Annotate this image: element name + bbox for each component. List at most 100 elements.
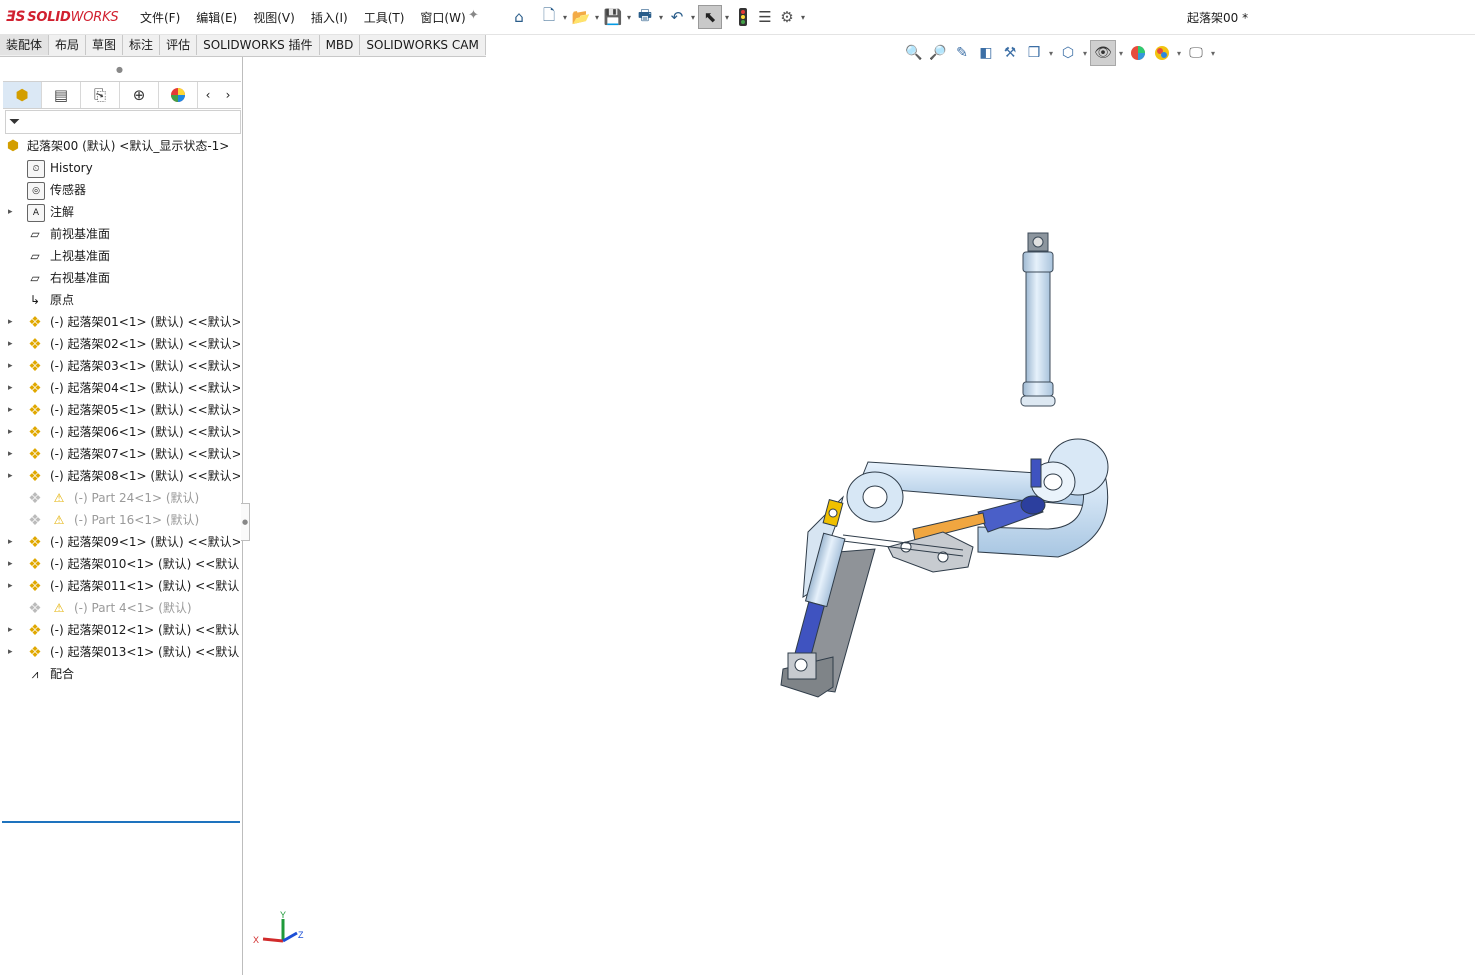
undo-dropdown-icon[interactable]: ▾ bbox=[688, 13, 698, 22]
warning-icon: ⚠ bbox=[53, 513, 65, 527]
document-title: 起落架00 * bbox=[1187, 11, 1249, 25]
tree-rollback-bar[interactable] bbox=[2, 821, 240, 823]
lower-leg-assembly[interactable] bbox=[780, 495, 876, 698]
main-menu: 文件(F) 编辑(E) 视图(V) 插入(I) 工具(T) 窗口(W) bbox=[140, 9, 482, 26]
tree-item[interactable]: ▸ ❖ (-) 起落架010<1> (默认) <<默认> bbox=[0, 553, 240, 575]
tree-item[interactable]: ▸ ❖ (-) 起落架012<1> (默认) <<默认> bbox=[0, 619, 240, 641]
tree-item[interactable]: ▸ ❖ (-) 起落架09<1> (默认) <<默认>_显 bbox=[0, 531, 240, 553]
menu-view[interactable]: 视图(V) bbox=[253, 9, 295, 26]
tree-item[interactable]: ▸ A 注解 bbox=[0, 201, 240, 223]
expand-arrow-icon[interactable]: ▸ bbox=[8, 443, 16, 465]
menu-insert[interactable]: 插入(I) bbox=[311, 9, 348, 26]
main-strut-assembly[interactable] bbox=[842, 438, 1109, 573]
new-dropdown-icon[interactable]: ▾ bbox=[560, 13, 570, 22]
home-icon[interactable]: ⌂ bbox=[508, 6, 530, 28]
tree-item[interactable]: ⩘ 配合 bbox=[0, 663, 240, 685]
tab-assembly[interactable]: 装配体 bbox=[0, 35, 50, 55]
tree-item[interactable]: ▱ 右视基准面 bbox=[0, 267, 240, 289]
tab-markup[interactable]: 标注 bbox=[123, 35, 161, 55]
expand-arrow-icon[interactable]: ▸ bbox=[8, 333, 16, 355]
tree-item[interactable]: ▸ ❖ (-) 起落架05<1> (默认) <<默认>_显 bbox=[0, 399, 240, 421]
tree-root-assembly[interactable]: ⬢ 起落架00 (默认) <默认_显示状态-1> bbox=[0, 135, 240, 157]
expand-arrow-icon[interactable]: ▸ bbox=[8, 465, 16, 487]
menu-window[interactable]: 窗口(W) bbox=[420, 9, 465, 26]
tab-addins[interactable]: SOLIDWORKS 插件 bbox=[197, 35, 320, 55]
tree-item-label: (-) Part 24<1> (默认) bbox=[74, 491, 200, 505]
propertymanager-tab-icon[interactable]: ▤ bbox=[42, 82, 81, 108]
expand-arrow-icon[interactable]: ▸ bbox=[8, 399, 16, 421]
filter-funnel-icon: ⏷ bbox=[9, 114, 21, 130]
options-gear-icon[interactable]: ⚙ bbox=[776, 6, 798, 28]
graphics-area[interactable]: Y X Z bbox=[243, 57, 1475, 975]
tree-item[interactable]: ▸ ❖ (-) 起落架06<1> (默认) <<默认>_显 bbox=[0, 421, 240, 443]
tree-item[interactable]: ◎ 传感器 bbox=[0, 179, 240, 201]
tree-item[interactable]: ❖ ⚠ (-) Part 4<1> (默认) bbox=[0, 597, 240, 619]
tab-layout[interactable]: 布局 bbox=[49, 35, 87, 55]
tree-filter[interactable]: ⏷ bbox=[5, 110, 241, 134]
print-icon[interactable]: 🖶 bbox=[634, 6, 656, 28]
expand-arrow-icon[interactable]: ▸ bbox=[8, 553, 16, 575]
open-dropdown-icon[interactable]: ▾ bbox=[592, 13, 602, 22]
tree-item-label: (-) 起落架08<1> (默认) <<默认>_显 bbox=[50, 469, 240, 483]
solidworks-logo[interactable]: ƎS SOLID WORKS bbox=[6, 8, 119, 26]
expand-arrow-icon[interactable]: ▸ bbox=[8, 355, 16, 377]
new-document-icon[interactable]: 🗋 bbox=[538, 6, 560, 28]
upper-actuator-cylinder[interactable] bbox=[1020, 232, 1056, 407]
open-folder-icon[interactable]: 📂 bbox=[570, 6, 592, 28]
tree-item[interactable]: ❖ ⚠ (-) Part 16<1> (默认) bbox=[0, 509, 240, 531]
feature-tree: ⬢ 起落架00 (默认) <默认_显示状态-1> ⏲ History ◎ 传感器 ▸ A 注… bbox=[0, 135, 242, 823]
save-icon[interactable]: 💾 bbox=[602, 6, 624, 28]
tree-item[interactable]: ❖ ⚠ (-) Part 24<1> (默认) bbox=[0, 487, 240, 509]
select-dropdown-icon[interactable]: ▾ bbox=[722, 13, 732, 22]
tree-item-label: (-) 起落架010<1> (默认) <<默认> bbox=[50, 557, 240, 571]
tree-item-label: (-) 起落架02<1> (默认) <<默认>_显 bbox=[50, 337, 240, 351]
pin-icon[interactable]: ✦ bbox=[468, 8, 479, 23]
tree-item[interactable]: ▸ ❖ (-) 起落架011<1> (默认) <<默认> bbox=[0, 575, 240, 597]
rebuild-traffic-light-icon[interactable] bbox=[732, 6, 754, 28]
featuremanager-tree-tab-icon[interactable]: ⬢ bbox=[3, 82, 42, 108]
expand-arrow-icon[interactable]: ▸ bbox=[8, 201, 16, 223]
menu-file[interactable]: 文件(F) bbox=[140, 9, 180, 26]
tree-item[interactable]: ▸ ❖ (-) 起落架02<1> (默认) <<默认>_显 bbox=[0, 333, 240, 355]
print-dropdown-icon[interactable]: ▾ bbox=[656, 13, 666, 22]
tree-item[interactable]: ▱ 上视基准面 bbox=[0, 245, 240, 267]
select-pointer-icon[interactable]: ⬉ bbox=[698, 5, 722, 29]
menu-edit[interactable]: 编辑(E) bbox=[196, 9, 237, 26]
tree-item[interactable]: ▱ 前视基准面 bbox=[0, 223, 240, 245]
tree-item[interactable]: ▸ ❖ (-) 起落架03<1> (默认) <<默认>_显 bbox=[0, 355, 240, 377]
tab-evaluate[interactable]: 评估 bbox=[160, 35, 198, 55]
expand-arrow-icon[interactable]: ▸ bbox=[8, 531, 16, 553]
tab-sketch[interactable]: 草图 bbox=[86, 35, 124, 55]
expand-arrow-icon[interactable]: ▸ bbox=[8, 377, 16, 399]
menu-tools[interactable]: 工具(T) bbox=[364, 9, 405, 26]
landing-gear-model[interactable]: Y X Z bbox=[243, 57, 1475, 975]
tree-item[interactable]: ▸ ❖ (-) 起落架01<1> (默认) <<默认>_显 bbox=[0, 311, 240, 333]
options-dropdown-icon[interactable]: ▾ bbox=[798, 13, 808, 22]
tree-item[interactable]: ⏲ History bbox=[0, 157, 240, 179]
expand-arrow-icon[interactable]: ▸ bbox=[8, 641, 16, 663]
file-properties-icon[interactable]: ☰ bbox=[754, 6, 776, 28]
tab-cam[interactable]: SOLIDWORKS CAM bbox=[360, 35, 486, 55]
tree-item[interactable]: ▸ ❖ (-) 起落架04<1> (默认) <<默认>_显 bbox=[0, 377, 240, 399]
tree-item[interactable]: ↳ 原点 bbox=[0, 289, 240, 311]
panel-grip-icon[interactable]: ● bbox=[116, 65, 123, 74]
tree-item[interactable]: ▸ ❖ (-) 起落架08<1> (默认) <<默认>_显 bbox=[0, 465, 240, 487]
logo-solid-text: SOLID bbox=[27, 9, 71, 25]
undo-icon[interactable]: ↶ bbox=[666, 6, 688, 28]
expand-arrow-icon[interactable]: ▸ bbox=[8, 575, 16, 597]
tabs-scroll-left-icon[interactable]: ‹ bbox=[198, 82, 218, 108]
tree-item-label: (-) 起落架05<1> (默认) <<默认>_显 bbox=[50, 403, 240, 417]
displaymanager-tab-icon[interactable] bbox=[159, 82, 198, 108]
tree-item[interactable]: ▸ ❖ (-) 起落架013<1> (默认) <<默认> bbox=[0, 641, 240, 663]
tree-item[interactable]: ▸ ❖ (-) 起落架07<1> (默认) <<默认>_显 bbox=[0, 443, 240, 465]
tree-item-label: (-) 起落架04<1> (默认) <<默认>_显 bbox=[50, 381, 240, 395]
save-dropdown-icon[interactable]: ▾ bbox=[624, 13, 634, 22]
tree-item-label: 配合 bbox=[50, 667, 75, 681]
configurationmanager-tab-icon[interactable]: ⎘ bbox=[81, 82, 120, 108]
tab-mbd[interactable]: MBD bbox=[320, 35, 361, 55]
expand-arrow-icon[interactable]: ▸ bbox=[8, 619, 16, 641]
dimxpertmanager-tab-icon[interactable]: ⊕ bbox=[120, 82, 159, 108]
tabs-scroll-right-icon[interactable]: › bbox=[218, 82, 238, 108]
expand-arrow-icon[interactable]: ▸ bbox=[8, 311, 16, 333]
expand-arrow-icon[interactable]: ▸ bbox=[8, 421, 16, 443]
